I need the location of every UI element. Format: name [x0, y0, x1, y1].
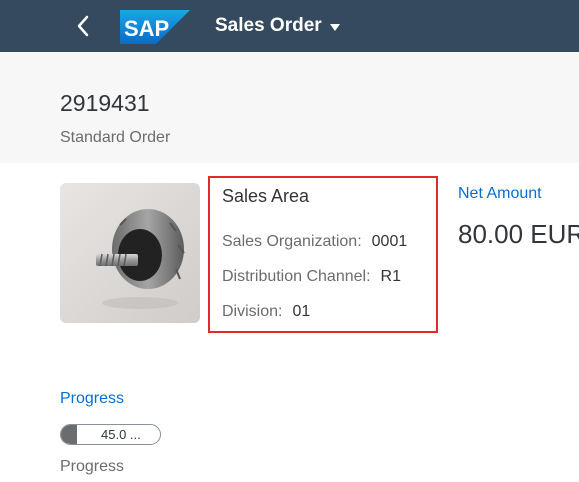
product-image: [60, 183, 200, 323]
sales-organization-row: Sales Organization: 0001: [222, 233, 407, 251]
document-type: Standard Order: [60, 129, 171, 146]
sales-organization-label: Sales Organization:: [222, 233, 362, 250]
progress-fill: [61, 425, 77, 444]
shell-bar: SAP Sales Order: [0, 0, 579, 52]
division-row: Division: 01: [222, 303, 310, 321]
distribution-channel-row: Distribution Channel: R1: [222, 268, 401, 286]
app-title-menu[interactable]: Sales Order: [215, 13, 340, 39]
sales-organization-value: 0001: [371, 233, 408, 250]
progress-link[interactable]: Progress: [60, 390, 124, 408]
sales-area-panel: Sales Area Sales Organization: 0001 Dist…: [208, 176, 438, 333]
progress-indicator: 45.0 ...: [60, 424, 161, 445]
chevron-left-icon: [77, 15, 89, 37]
distribution-channel-label: Distribution Channel:: [222, 268, 371, 285]
sap-logo: SAP: [120, 10, 190, 44]
sales-area-title: Sales Area: [222, 186, 310, 206]
distribution-channel-value: R1: [380, 268, 401, 285]
sap-logo-text: SAP: [124, 16, 169, 41]
division-value: 01: [292, 303, 311, 320]
progress-caption: Progress: [60, 458, 125, 475]
back-button[interactable]: [68, 10, 98, 42]
net-amount-label[interactable]: Net Amount: [458, 185, 542, 203]
progress-value-text: 45.0 ...: [101, 427, 141, 442]
net-amount-value: 80.00 EUR: [458, 219, 579, 249]
object-header: 2919431 Standard Order: [0, 52, 579, 163]
document-number: 2919431: [60, 90, 150, 116]
app-title: Sales Order: [215, 15, 322, 36]
caret-down-icon: [329, 23, 340, 31]
division-label: Division:: [222, 303, 283, 320]
